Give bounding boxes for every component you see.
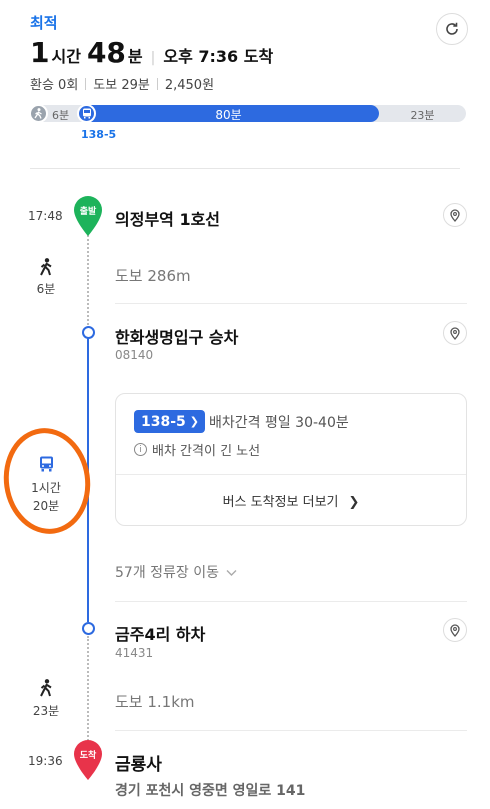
alight-stop-code: 41431	[115, 646, 154, 660]
board-location-button[interactable]	[443, 321, 467, 345]
board-stop-name: 한화생명입구 승차	[115, 328, 239, 347]
walk-segment-2-label: 23분	[410, 109, 435, 122]
walk-segment-1-label: 6분	[52, 109, 70, 122]
walk-1-duration: 6분	[36, 282, 56, 296]
divider	[156, 77, 158, 90]
stops-count: 57개 정류장 이동	[115, 565, 219, 581]
hours-unit: 시간	[51, 47, 81, 66]
hours-value: 1	[30, 36, 50, 69]
stops-toggle[interactable]: 57개 정류장 이동	[115, 562, 237, 582]
bus-number: 138-5	[141, 413, 186, 430]
walk-line	[87, 636, 89, 748]
board-stop-dot	[82, 326, 95, 339]
walk-segment-icon	[29, 104, 48, 123]
start-marker-label: 출발	[80, 205, 97, 217]
walk-icon-2	[34, 679, 58, 701]
row-divider	[115, 601, 467, 602]
bus-segment-label: 80분	[215, 108, 242, 122]
alight-stop-name: 금주4리 하차	[115, 625, 206, 644]
bus-note-text: 배차 간격이 긴 노선	[152, 444, 261, 459]
end-marker: 도착	[72, 739, 104, 781]
walk-total: 도보 29분	[93, 78, 150, 93]
end-marker-label: 도착	[80, 749, 97, 761]
row-divider	[115, 730, 467, 731]
refresh-button[interactable]	[436, 13, 468, 45]
destination-name: 금룡사	[115, 755, 162, 775]
bus-number-badge[interactable]: 138-5 ❯	[134, 410, 205, 433]
start-time: 17:48	[28, 209, 63, 223]
divider: |	[150, 50, 156, 66]
alight-location-button[interactable]	[443, 618, 467, 642]
bus-note: i 배차 간격이 긴 노선	[134, 440, 260, 459]
chevron-right-icon: ❯	[348, 495, 360, 510]
minutes-unit: 분	[127, 47, 143, 66]
walk-1-distance: 도보 286m	[115, 267, 191, 285]
bus-arrival-more-button[interactable]: 버스 도착정보 더보기 ❯	[116, 491, 466, 510]
chevron-right-icon: ❯	[189, 415, 199, 428]
board-stop-code: 08140	[115, 348, 154, 362]
divider	[85, 77, 87, 90]
destination-address: 경기 포천시 영중면 영일로 141	[115, 783, 306, 799]
info-icon: i	[134, 443, 147, 456]
start-pin-icon: 출발	[74, 196, 102, 236]
location-pin-icon	[450, 623, 460, 637]
walk-2-duration: 23분	[32, 704, 60, 718]
walk-icon	[40, 679, 52, 697]
section-divider	[30, 168, 460, 169]
walk-icon-1	[34, 258, 58, 280]
alight-stop-dot	[82, 622, 95, 635]
transfer-count: 환승 0회	[30, 78, 79, 93]
walk-2-distance: 도보 1.1km	[115, 693, 195, 711]
refresh-icon	[446, 22, 458, 35]
row-divider	[115, 303, 467, 304]
bus-arrival-more-label: 버스 도착정보 더보기	[222, 495, 339, 510]
route-summary: 환승 0회 도보 29분 2,450원	[30, 74, 214, 93]
fare: 2,450원	[164, 78, 215, 93]
arrival-time: 오후 7:36 도착	[163, 47, 274, 66]
total-duration: 1 시간 48 분 | 오후 7:36 도착	[30, 36, 273, 69]
start-marker: 출발	[72, 195, 104, 237]
walk-icon	[34, 108, 42, 119]
start-station-name: 의정부역 1호선	[115, 210, 221, 229]
annotation-circle	[0, 422, 97, 540]
chevron-down-icon	[226, 570, 237, 576]
bus-interval: 배차간격 평일 30-40분	[209, 415, 349, 431]
end-time: 19:36	[28, 754, 63, 768]
location-pin-icon	[450, 326, 460, 340]
bus-number-label: 138-5	[81, 128, 117, 141]
walk-line	[87, 230, 89, 325]
card-divider	[116, 474, 466, 475]
route-tag: 최적	[30, 14, 58, 32]
minutes-value: 48	[86, 36, 126, 69]
start-location-button[interactable]	[443, 203, 467, 227]
walk-icon	[40, 258, 52, 276]
end-pin-icon: 도착	[74, 740, 102, 780]
location-pin-icon	[450, 208, 460, 222]
